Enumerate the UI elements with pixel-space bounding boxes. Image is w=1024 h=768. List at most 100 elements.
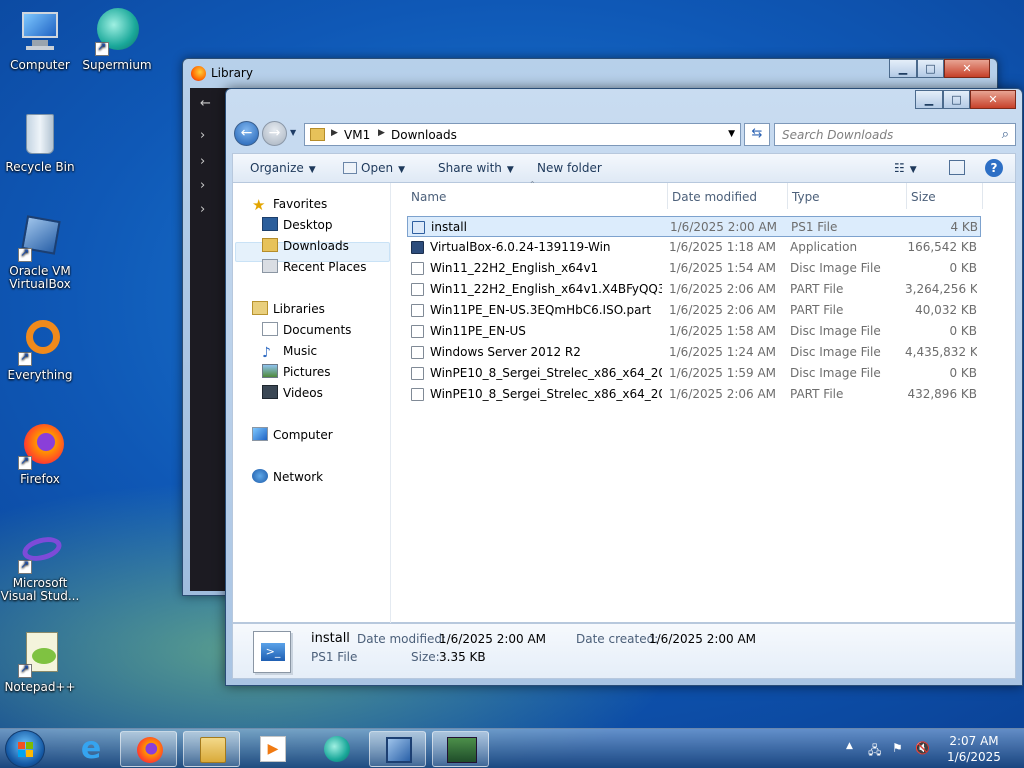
nav-network[interactable]: Network — [252, 467, 323, 487]
help-icon[interactable]: ? — [985, 159, 1003, 177]
breadcrumb-separator-icon: ▶ — [331, 128, 338, 138]
taskbar-explorer[interactable] — [183, 731, 240, 767]
network-icon — [252, 469, 268, 483]
search-icon[interactable]: ⌕ — [1002, 127, 1009, 142]
close-button[interactable]: ✕ — [970, 90, 1016, 109]
show-hidden-icons-icon[interactable]: ▲ — [846, 741, 853, 751]
preview-pane-icon[interactable] — [949, 160, 965, 175]
expand-arrow-icon[interactable]: › — [200, 128, 205, 143]
file-list: ⌃ Name Date modified Type Size install 1/… — [392, 180, 1015, 623]
taskbar-supermium[interactable] — [308, 731, 365, 767]
file-row[interactable]: WinPE10_8_Sergei_Strelec_x86_x64_2022.0.… — [407, 363, 981, 384]
libraries-icon — [252, 301, 268, 315]
firefox-icon — [137, 737, 163, 763]
nav-downloads[interactable]: Downloads — [262, 236, 349, 256]
refresh-button[interactable]: ⇆ — [744, 123, 770, 146]
recent-pages-icon[interactable]: ▼ — [290, 128, 296, 137]
taskbar-vm-window[interactable] — [432, 731, 489, 767]
breadcrumb-downloads[interactable]: Downloads — [391, 128, 457, 142]
system-clock[interactable]: 2:07 AM 1/6/2025 — [944, 733, 1004, 765]
file-row[interactable]: WinPE10_8_Sergei_Strelec_x86_x64_2022.y.… — [407, 384, 981, 405]
videos-icon — [262, 385, 278, 399]
details-date-modified: 1/6/2025 2:00 AM — [439, 632, 547, 646]
desktop-icon-label: Oracle VM VirtualBox — [9, 264, 71, 291]
share-with-button[interactable]: Share with ▼ — [438, 161, 514, 175]
breadcrumb-separator-icon: ▶ — [378, 128, 385, 138]
taskbar-firefox[interactable] — [120, 731, 177, 767]
column-header-name[interactable]: Name — [411, 190, 446, 204]
part-file-icon — [411, 304, 424, 317]
details-file-type: PS1 File — [311, 650, 358, 664]
file-row[interactable]: VirtualBox-6.0.24-139119-Win 1/6/2025 1:1… — [407, 237, 981, 258]
nav-pictures[interactable]: Pictures — [262, 362, 331, 382]
close-button[interactable]: ✕ — [944, 59, 990, 78]
file-row[interactable]: Win11PE_EN-US.3EQmHbC6.ISO.part 1/6/2025 … — [407, 300, 981, 321]
search-input[interactable]: Search Downloads ⌕ — [774, 123, 1016, 146]
library-sidebar: ← › › › › — [190, 88, 228, 591]
disc-image-icon — [411, 325, 424, 338]
disc-image-icon — [411, 262, 424, 275]
file-row[interactable]: Win11PE_EN-US 1/6/2025 1:58 AM Disc Image … — [407, 321, 981, 342]
desktop-icon-computer[interactable]: Computer — [0, 8, 80, 72]
nav-computer[interactable]: Computer — [252, 425, 333, 445]
firefox-icon — [16, 422, 64, 470]
minimize-button[interactable]: ▁ — [889, 59, 917, 78]
desktop-icon-firefox[interactable]: Firefox — [0, 422, 80, 486]
expand-arrow-icon[interactable]: › — [200, 154, 205, 169]
folder-icon — [310, 128, 325, 141]
file-row[interactable]: Win11_22H2_English_x64v1.X4BFyQQ3.is...1… — [407, 279, 981, 300]
open-button[interactable]: Open ▼ — [343, 161, 405, 175]
address-dropdown-icon[interactable]: ▼ — [728, 129, 735, 139]
file-row[interactable]: Windows Server 2012 R2 1/6/2025 1:24 AM Di… — [407, 342, 981, 363]
desktop-icon-supermium[interactable]: Supermium — [77, 8, 157, 72]
new-folder-button[interactable]: New folder — [537, 161, 602, 175]
start-button[interactable] — [5, 730, 45, 768]
computer-icon — [16, 8, 64, 56]
back-button[interactable]: ← — [234, 121, 259, 146]
column-header-type[interactable]: Type — [792, 190, 820, 204]
forward-button[interactable]: → — [262, 121, 287, 146]
nav-videos[interactable]: Videos — [262, 383, 323, 403]
back-arrow-icon[interactable]: ← — [200, 96, 211, 111]
desktop-icon-visual-studio[interactable]: Microsoft Visual Stud... — [0, 526, 80, 603]
minimize-button[interactable]: ▁ — [915, 90, 943, 109]
nav-desktop[interactable]: Desktop — [262, 215, 333, 235]
taskbar-media-player[interactable]: ▶ — [244, 731, 301, 767]
details-file-name: install — [311, 631, 350, 646]
expand-arrow-icon[interactable]: › — [200, 202, 205, 217]
desktop-icon-everything[interactable]: Everything — [0, 318, 80, 382]
column-header-size[interactable]: Size — [911, 190, 936, 204]
desktop-icon-virtualbox[interactable]: Oracle VM VirtualBox — [0, 214, 80, 291]
maximize-button[interactable]: □ — [943, 90, 970, 109]
notepadpp-icon — [16, 630, 64, 678]
recent-places-icon — [262, 259, 278, 273]
expand-arrow-icon[interactable]: › — [200, 178, 205, 193]
desktop-icon-recycle-bin[interactable]: Recycle Bin — [0, 110, 80, 174]
explorer-window[interactable]: ▁ □ ✕ ← → ▼ ▶ VM1 ▶ Downloads ▼ ⇆ Search… — [225, 88, 1023, 686]
desktop-icon-notepadpp[interactable]: Notepad++ — [0, 630, 80, 694]
taskbar-internet-explorer[interactable]: e — [62, 731, 119, 767]
network-status-icon[interactable]: 🖧 — [868, 741, 881, 762]
details-size-label: Size: — [411, 650, 440, 664]
organize-button[interactable]: Organize ▼ — [250, 161, 316, 175]
everything-icon — [16, 318, 64, 366]
file-row[interactable]: install 1/6/2025 2:00 AM PS1 File 4 KB — [407, 216, 981, 237]
desktop-icon-label: Computer — [10, 58, 70, 72]
nav-favorites[interactable]: ★ Favorites — [252, 194, 327, 214]
address-bar[interactable]: ▶ VM1 ▶ Downloads ▼ — [304, 123, 741, 146]
taskbar-virtualbox[interactable] — [369, 731, 426, 767]
column-header-date-modified[interactable]: Date modified — [672, 190, 757, 204]
view-options-icon[interactable]: ☷ ▼ — [894, 161, 917, 175]
volume-muted-icon[interactable]: 🔇 — [915, 741, 930, 755]
maximize-button[interactable]: □ — [917, 59, 944, 78]
desktop-icon-label: Microsoft Visual Stud... — [0, 576, 80, 603]
nav-libraries[interactable]: Libraries — [252, 299, 325, 319]
breadcrumb-vm1[interactable]: VM1 — [344, 128, 370, 142]
file-row[interactable]: Win11_22H2_English_x64v1 1/6/2025 1:54 AM… — [407, 258, 981, 279]
nav-recent-places[interactable]: Recent Places — [262, 257, 366, 277]
nav-music[interactable]: ♪ Music — [262, 341, 317, 361]
nav-documents[interactable]: Documents — [262, 320, 351, 340]
supermium-icon — [93, 8, 141, 56]
folder-icon — [200, 737, 226, 763]
action-center-flag-icon[interactable]: ⚑ — [892, 741, 903, 755]
